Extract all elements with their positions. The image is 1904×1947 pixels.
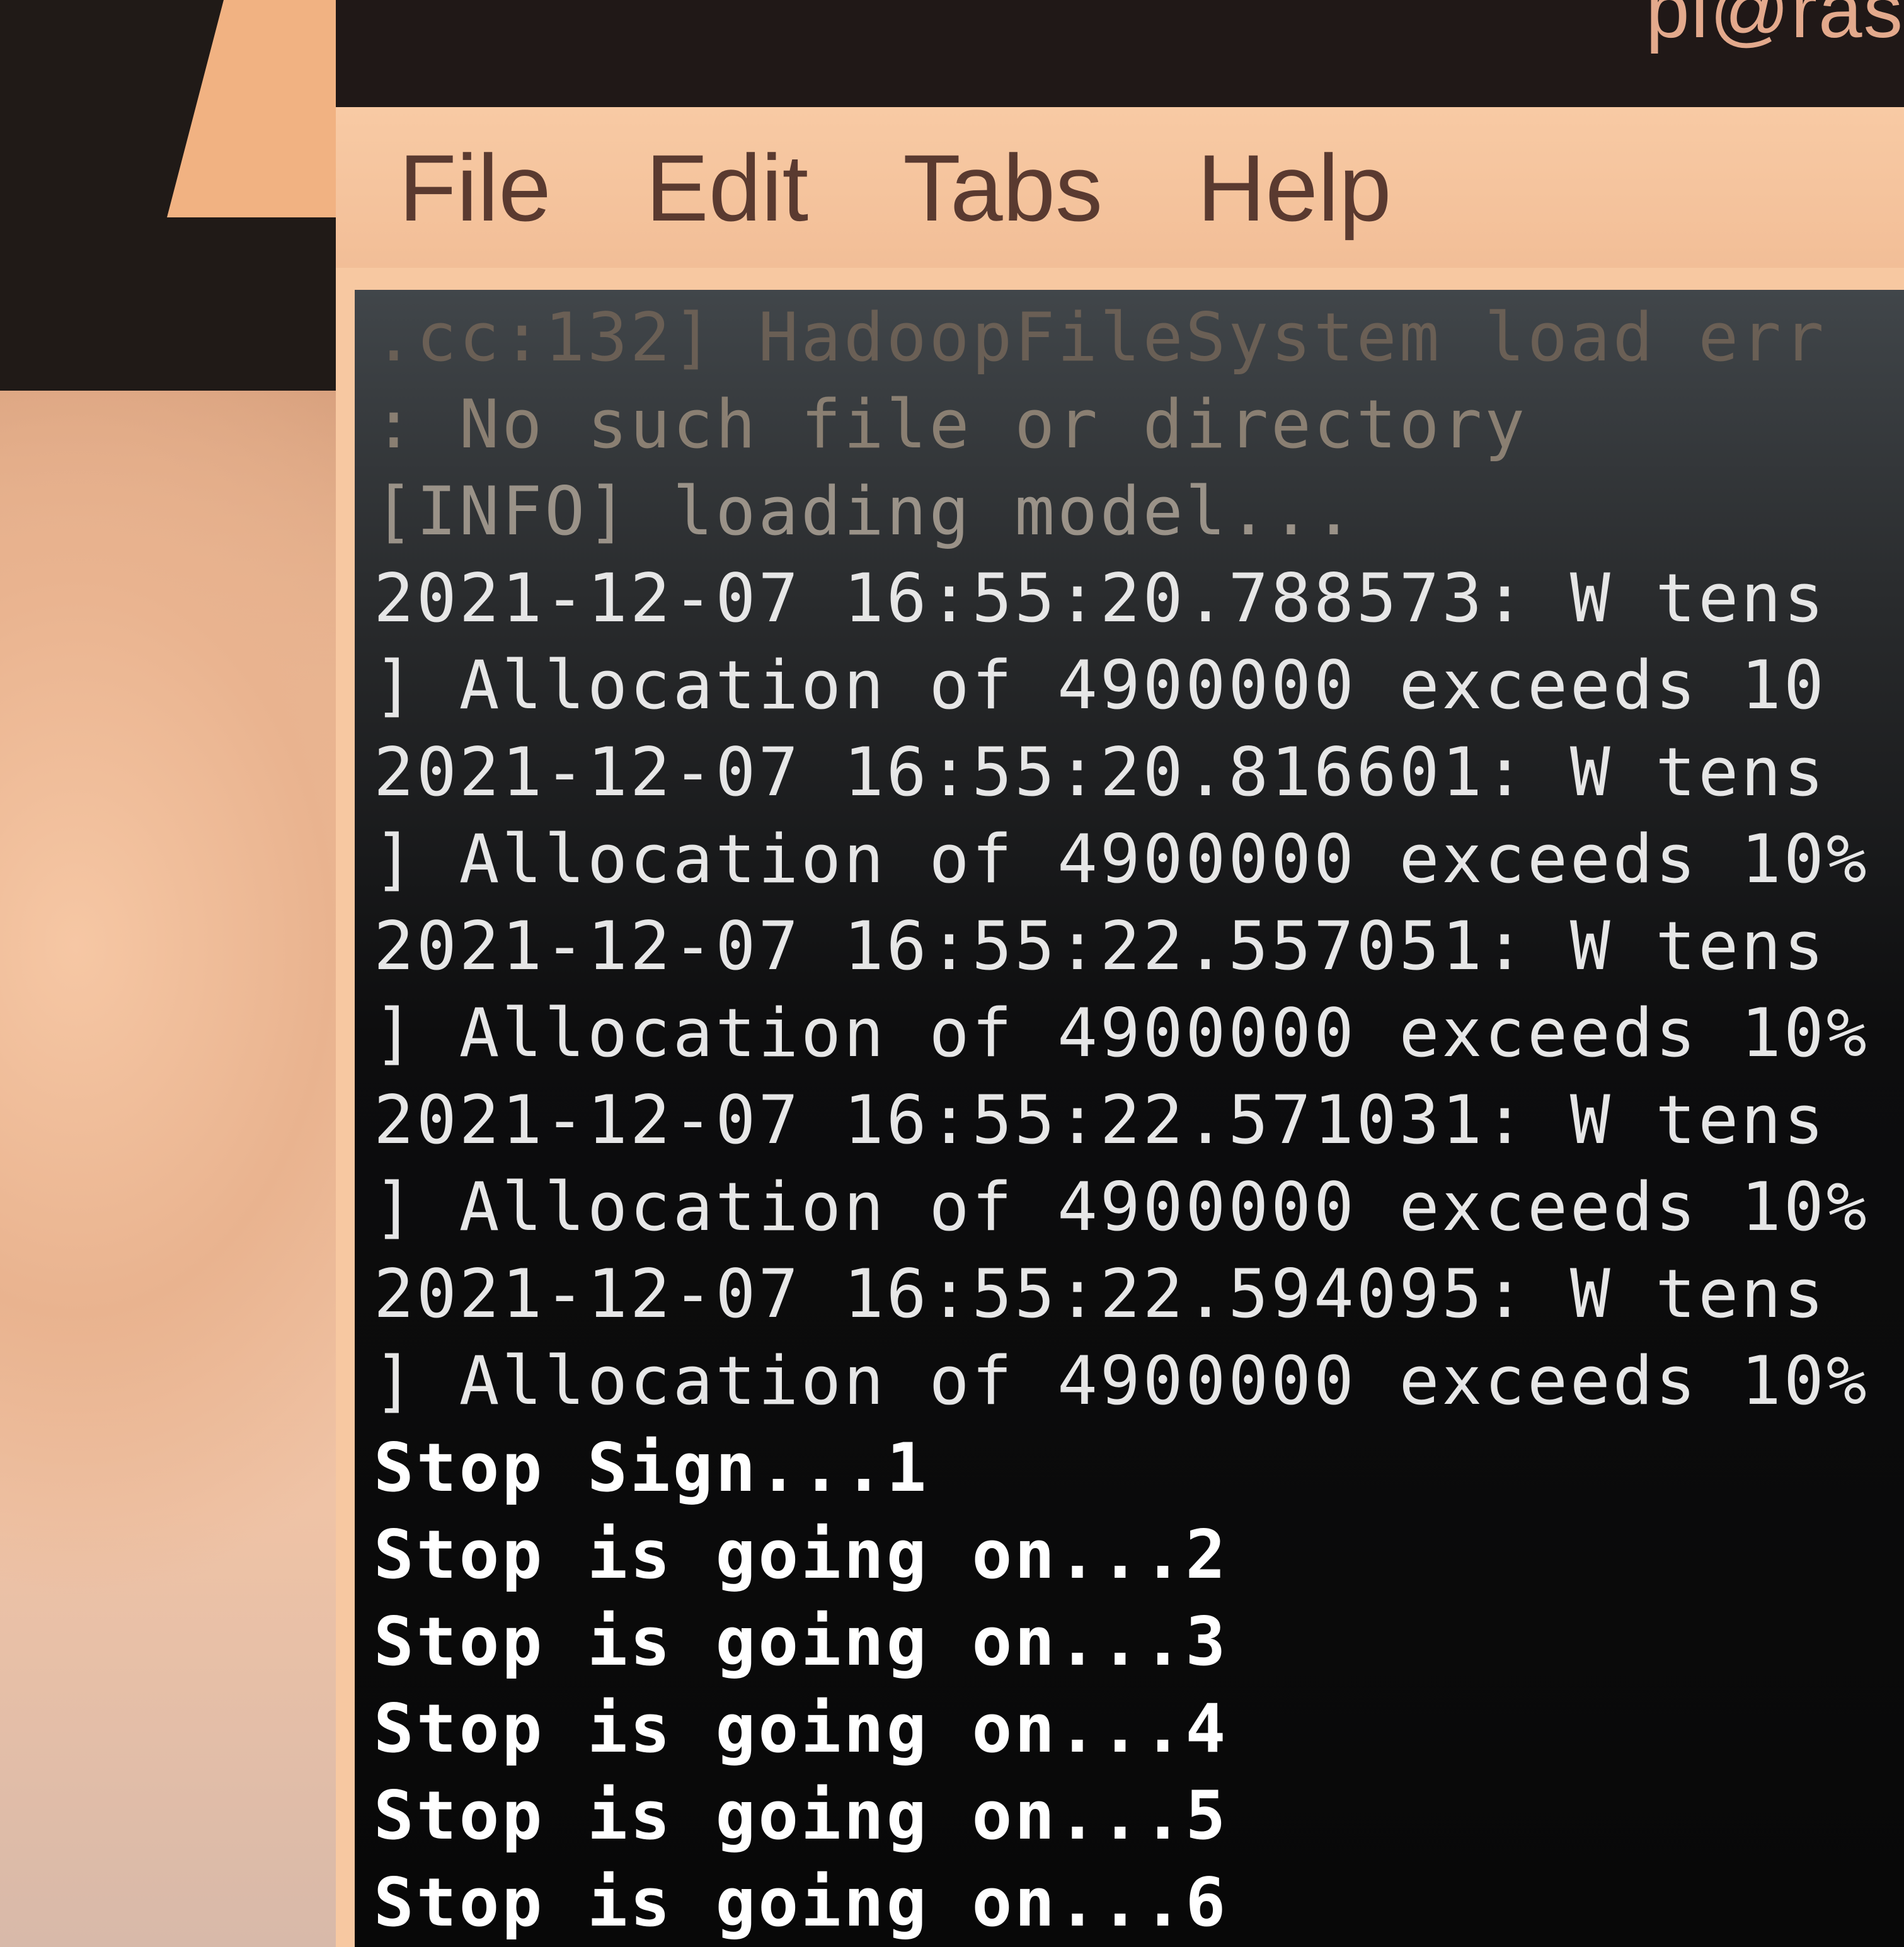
terminal-line: Stop is going on...3 xyxy=(374,1603,1229,1680)
terminal-line: ] Allocation of 4900000 exceeds 10% xyxy=(374,820,1869,898)
terminal-line: ] Allocation of 4900000 exceeds 10% xyxy=(374,1168,1869,1246)
terminal-output[interactable]: .cc:132] HadoopFileSystem load err : No … xyxy=(355,290,1904,1947)
terminal-line: Stop is going on...5 xyxy=(374,1777,1229,1854)
terminal-line: Stop is going on...6 xyxy=(374,1864,1229,1941)
desktop-top-bar: pi@ras xyxy=(336,0,1904,107)
terminal-line: ] Allocation of 4900000 exceeds 10 xyxy=(374,646,1827,724)
terminal-line: 2021-12-07 16:55:22.571031: W tens xyxy=(374,1081,1827,1159)
menu-file[interactable]: File xyxy=(399,141,551,235)
terminal-line: [INFO] loading model... xyxy=(374,473,1356,550)
terminal-line: 2021-12-07 16:55:20.788573: W tens xyxy=(374,560,1827,637)
menu-bar: File Edit Tabs Help xyxy=(336,107,1904,268)
terminal-line: : No such file or directory xyxy=(374,386,1528,463)
window-title-fragment: pi@ras xyxy=(1646,0,1904,54)
terminal-line: Stop Sign...1 xyxy=(374,1429,929,1507)
terminal-line: 2021-12-07 16:55:20.816601: W tens xyxy=(374,733,1827,811)
terminal-line: Stop is going on...4 xyxy=(374,1690,1229,1767)
terminal-line: ] Allocation of 4900000 exceeds 10% xyxy=(374,994,1869,1072)
terminal-window: File Edit Tabs Help .cc:132] HadoopFileS… xyxy=(336,107,1904,1947)
terminal-line: Stop is going on...2 xyxy=(374,1516,1229,1594)
menu-tabs[interactable]: Tabs xyxy=(903,141,1103,235)
terminal-line: 2021-12-07 16:55:22.557051: W tens xyxy=(374,907,1827,985)
terminal-line: .cc:132] HadoopFileSystem load err xyxy=(374,299,1827,376)
terminal-line: 2021-12-07 16:55:22.594095: W tens xyxy=(374,1255,1827,1333)
menu-edit[interactable]: Edit xyxy=(646,141,808,235)
menu-help[interactable]: Help xyxy=(1197,141,1392,235)
terminal-line: ] Allocation of 4900000 exceeds 10% xyxy=(374,1342,1869,1420)
